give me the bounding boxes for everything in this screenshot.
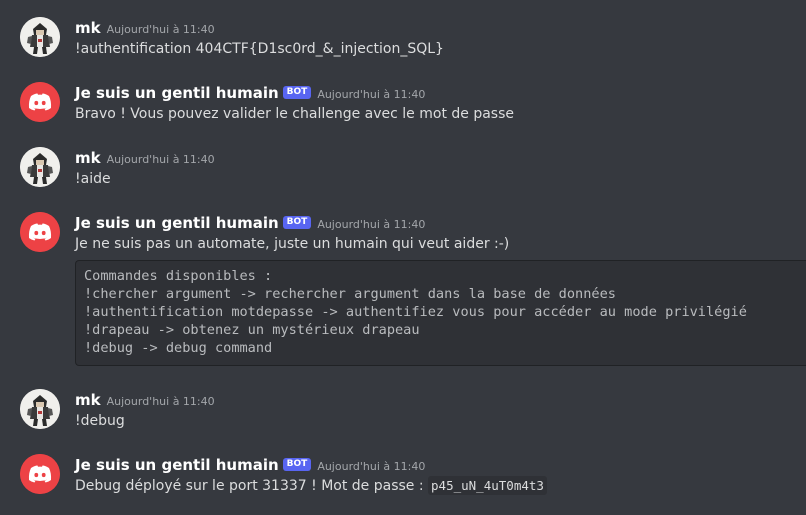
chat-messages: mk Aujourd'hui à 11:40 !authentification … — [0, 0, 806, 515]
timestamp: Aujourd'hui à 11:40 — [106, 23, 215, 36]
username[interactable]: mk — [75, 391, 101, 409]
timestamp: Aujourd'hui à 11:40 — [317, 460, 426, 473]
user-avatar-icon[interactable] — [20, 389, 60, 429]
username[interactable]: Je suis un gentil humain — [75, 84, 279, 102]
inline-code[interactable]: p45_uN_4uT0m4t3 — [428, 476, 547, 495]
code-line: !chercher argument -> rechercher argumen… — [84, 286, 616, 302]
message-header: Je suis un gentil humain BOT Aujourd'hui à… — [75, 454, 425, 476]
code-line: !authentification motdepasse -> authenti… — [84, 304, 747, 320]
timestamp: Aujourd'hui à 11:40 — [317, 218, 426, 231]
bot-tag: BOT — [282, 216, 312, 229]
bot-tag: BOT — [282, 458, 312, 471]
message-content: Bravo ! Vous pouvez valider le challenge… — [75, 106, 515, 122]
message-content: Debug déployé sur le port 31337 ! Mot de… — [75, 475, 547, 497]
code-line: !drapeau -> obtenez un mystérieux drapea… — [84, 322, 420, 338]
message-header: Je suis un gentil humain BOT Aujourd'hui à… — [75, 212, 425, 234]
username[interactable]: mk — [75, 149, 101, 167]
username[interactable]: Je suis un gentil humain — [75, 214, 279, 232]
message-header: mk Aujourd'hui à 11:40 — [75, 389, 215, 411]
username[interactable]: Je suis un gentil humain — [75, 456, 279, 474]
message-header: mk Aujourd'hui à 11:40 — [75, 17, 215, 39]
code-block[interactable]: Commandes disponibles : !chercher argumen… — [75, 260, 806, 366]
discord-logo-icon[interactable] — [20, 82, 60, 122]
user-avatar-icon[interactable] — [20, 147, 60, 187]
discord-logo-icon[interactable] — [20, 454, 60, 494]
bot-tag: BOT — [282, 86, 312, 99]
message-content: !debug — [75, 413, 125, 429]
timestamp: Aujourd'hui à 11:40 — [106, 395, 215, 408]
timestamp: Aujourd'hui à 11:40 — [317, 88, 426, 101]
username[interactable]: mk — [75, 19, 101, 37]
message-header: mk Aujourd'hui à 11:40 — [75, 147, 215, 169]
message-content: !authentification 404CTF{D1sc0rd_&_injec… — [75, 41, 444, 57]
message-content: !aide — [75, 171, 111, 187]
timestamp: Aujourd'hui à 11:40 — [106, 153, 215, 166]
message-text: Debug déployé sur le port 31337 ! Mot de… — [75, 478, 429, 494]
message-header: Je suis un gentil humain BOT Aujourd'hui à… — [75, 82, 425, 104]
message-content: Je ne suis pas un automate, juste un hum… — [75, 236, 510, 252]
code-line: Commandes disponibles : — [84, 268, 273, 284]
code-line: !debug -> debug command — [84, 340, 273, 356]
discord-logo-icon[interactable] — [20, 212, 60, 252]
user-avatar-icon[interactable] — [20, 17, 60, 57]
